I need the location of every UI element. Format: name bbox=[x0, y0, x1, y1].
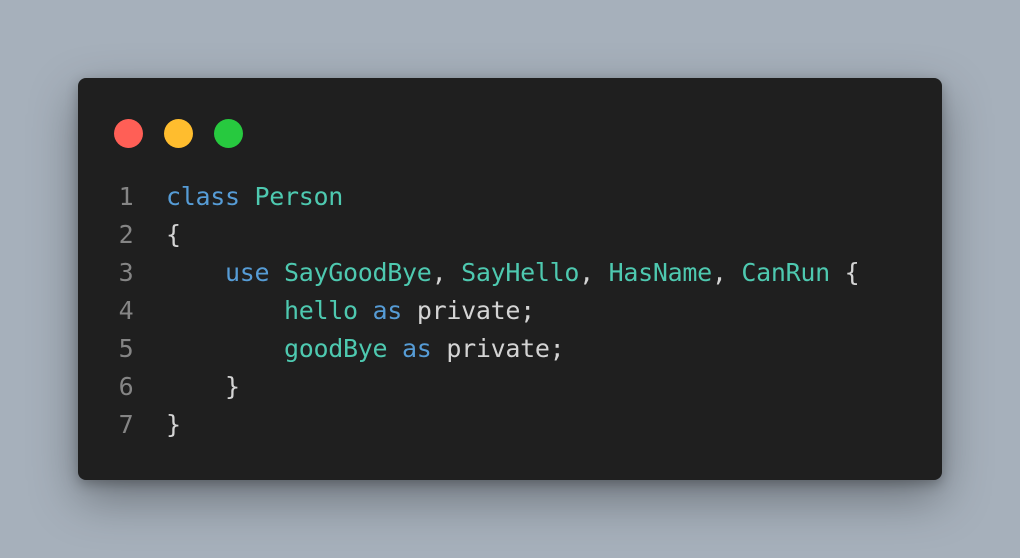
code-token: CanRun bbox=[741, 258, 830, 287]
red-dot-icon[interactable] bbox=[114, 119, 143, 148]
code-text: } bbox=[166, 368, 240, 406]
code-token: } bbox=[166, 410, 181, 439]
code-text: use SayGoodBye, SayHello, HasName, CanRu… bbox=[166, 254, 860, 292]
green-dot-icon[interactable] bbox=[214, 119, 243, 148]
code-block: 1 class Person 2{3 use SayGoodBye, SayHell… bbox=[78, 178, 942, 444]
code-token: HasName bbox=[608, 258, 713, 287]
code-token: SayHello bbox=[461, 258, 580, 287]
code-token: , bbox=[711, 258, 742, 287]
code-line: 5 goodBye as private; bbox=[78, 330, 942, 368]
code-text: hello as private; bbox=[166, 292, 535, 330]
code-line: 2{ bbox=[78, 216, 942, 254]
code-text: } bbox=[166, 406, 181, 444]
code-text: { bbox=[166, 216, 181, 254]
code-line: 1 class Person bbox=[78, 178, 942, 216]
code-line: 6 } bbox=[78, 368, 942, 406]
line-number: 4 bbox=[118, 296, 134, 325]
line-number: 7 bbox=[118, 410, 134, 439]
code-token: private; bbox=[431, 334, 565, 363]
code-token: as bbox=[402, 334, 432, 363]
line-number: 5 bbox=[118, 334, 134, 363]
code-token: Person bbox=[254, 182, 344, 211]
line-number: 2 bbox=[118, 220, 134, 249]
line-number: 3 bbox=[118, 258, 134, 287]
code-text: goodBye as private; bbox=[166, 330, 565, 368]
code-window: 1 class Person 2{3 use SayGoodBye, SayHell… bbox=[78, 78, 942, 480]
code-token: hello bbox=[284, 296, 358, 325]
code-token: { bbox=[829, 258, 860, 287]
code-token: as bbox=[372, 296, 403, 325]
code-token: use bbox=[225, 258, 270, 287]
code-text: class Person bbox=[166, 178, 343, 216]
code-line: 7} bbox=[78, 406, 942, 444]
code-token: , bbox=[431, 258, 462, 287]
code-token: , bbox=[579, 258, 609, 287]
code-token: } bbox=[225, 372, 240, 401]
line-number: 6 bbox=[118, 372, 134, 401]
yellow-dot-icon[interactable] bbox=[164, 119, 193, 148]
code-token: SayGoodBye bbox=[284, 258, 432, 287]
code-token: class bbox=[166, 182, 240, 211]
code-line: 4 hello as private; bbox=[78, 292, 942, 330]
line-number: 1 bbox=[118, 182, 134, 211]
code-token: private; bbox=[402, 296, 535, 325]
code-token: goodBye bbox=[284, 334, 388, 363]
code-token: { bbox=[166, 220, 181, 249]
code-line: 3 use SayGoodBye, SayHello, HasName, Can… bbox=[78, 254, 942, 292]
